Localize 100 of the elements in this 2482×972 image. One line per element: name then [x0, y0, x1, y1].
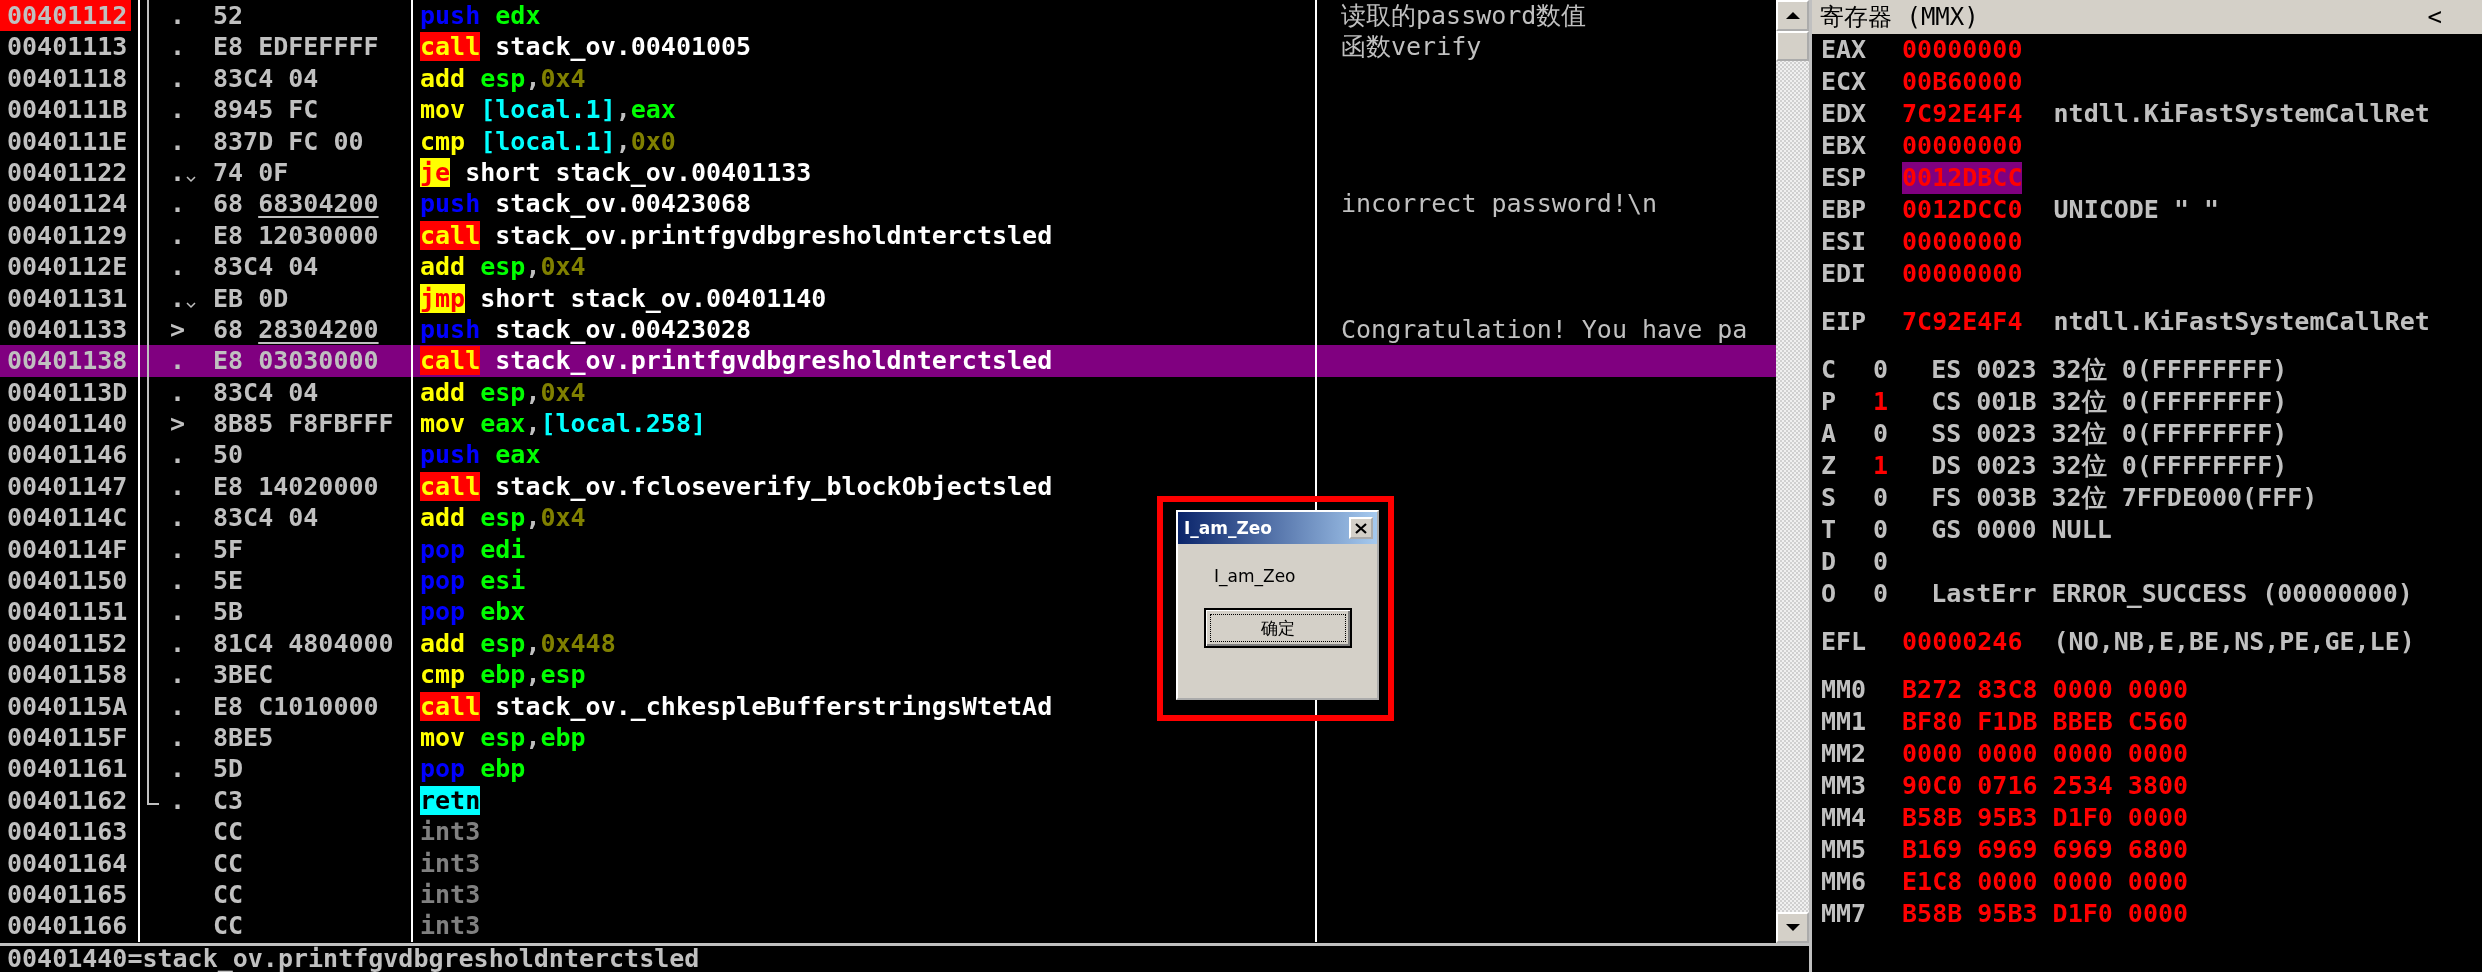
- register-value[interactable]: 00000000: [1902, 226, 2023, 258]
- address-text: 0040115A: [6, 690, 129, 722]
- register-value[interactable]: 00000000: [1902, 130, 2023, 162]
- register-value[interactable]: 00B60000: [1902, 66, 2023, 98]
- jump-marker: .: [170, 188, 186, 220]
- operand-text: stack_ov._chkespleBufferstringsWtetAd: [495, 691, 1053, 721]
- address-text: 00401158: [6, 659, 129, 691]
- register-value[interactable]: BF80 F1DB BBEB C560: [1902, 706, 2189, 738]
- register-value[interactable]: 00000246: [1902, 626, 2023, 658]
- flag-value[interactable]: 0: [1873, 546, 1917, 578]
- operand-text: esp: [480, 628, 526, 658]
- address-text: 00401152: [6, 627, 129, 660]
- hex-bytes: 8945 FC: [213, 95, 319, 125]
- hex-bytes: 68: [213, 189, 244, 219]
- register-name: EBX: [1821, 130, 1868, 162]
- mnemonic-text: mov: [420, 95, 466, 125]
- register-value[interactable]: B272 83C8 0000 0000: [1902, 674, 2189, 706]
- flag-value[interactable]: 0: [1873, 578, 1917, 610]
- register-value[interactable]: B58B 95B3 D1F0 0000: [1902, 898, 2189, 930]
- address-text: 0040111B: [6, 94, 129, 126]
- comment-text: Congratulation! You have pa: [1341, 314, 1748, 344]
- down-arrow-icon: [1785, 923, 1800, 932]
- register-value[interactable]: 7C92E4F4: [1902, 98, 2023, 130]
- register-name: MM0: [1821, 674, 1868, 706]
- operand-text: edi: [480, 534, 526, 564]
- register-value[interactable]: 7C92E4F4: [1902, 306, 2023, 338]
- dialog-message: I_am_Zeo: [1213, 566, 1296, 586]
- register-value[interactable]: 0000 0000 0000 0000: [1902, 738, 2189, 770]
- jump-marker: .: [170, 439, 186, 471]
- operand-text: ebx: [480, 597, 526, 627]
- address-text: 00401112: [0, 0, 132, 32]
- flag-name: S: [1821, 482, 1838, 514]
- mnemonic-text: add: [420, 63, 466, 93]
- operand-text: stack_ov.fcloseverify_blockObjectsled: [495, 471, 1053, 501]
- register-name: MM4: [1821, 802, 1868, 834]
- jump-marker: .: [170, 156, 186, 189]
- hex-bytes: 83C4 04: [213, 503, 319, 533]
- hex-bytes: 5B: [213, 597, 244, 627]
- jump-marker: .: [170, 31, 186, 63]
- jump-marker: .: [170, 784, 186, 817]
- mnemonic-text: push: [420, 314, 481, 344]
- flag-value[interactable]: 1: [1873, 386, 1917, 418]
- register-value[interactable]: B169 6969 6969 6800: [1902, 834, 2189, 866]
- close-button[interactable]: [1349, 517, 1373, 539]
- register-comment: ntdll.KiFastSystemCallRet: [2053, 99, 2430, 128]
- jump-marker: .: [170, 470, 186, 503]
- operand-text: ebp: [540, 723, 586, 752]
- mnemonic-text: je: [420, 157, 451, 187]
- register-value[interactable]: B58B 95B3 D1F0 0000: [1902, 802, 2189, 834]
- flag-value[interactable]: 0: [1873, 482, 1917, 514]
- flag-name: Z: [1821, 450, 1838, 482]
- flag-value[interactable]: 0: [1873, 514, 1917, 546]
- jump-marker: .: [170, 62, 186, 95]
- comment-text: incorrect password!\n: [1341, 189, 1658, 219]
- scroll-up-button[interactable]: [1776, 0, 1809, 31]
- flag-name: C: [1821, 354, 1838, 386]
- hex-bytes: CC: [213, 848, 244, 878]
- scrollbar[interactable]: [1776, 0, 1809, 943]
- address-text: 00401131: [6, 282, 129, 314]
- operand-text: ,: [525, 628, 541, 658]
- status-text: 00401440=stack_ov.printfgvdbgresholdnterctsled: [7, 944, 700, 972]
- mnemonic-text: cmp: [420, 660, 466, 690]
- operand-text: ,: [525, 409, 541, 439]
- operand-text: esp: [480, 503, 526, 533]
- flag-value[interactable]: 0: [1873, 418, 1917, 450]
- address-text: 0040111E: [6, 125, 129, 157]
- operand-text: esi: [480, 566, 526, 596]
- hex-bytes: 74 0F: [213, 157, 289, 187]
- address-text: 00401138: [6, 345, 129, 377]
- jump-marker: >: [170, 313, 186, 346]
- register-value[interactable]: 00000000: [1902, 34, 2023, 66]
- register-value[interactable]: 90C0 0716 2534 3800: [1902, 770, 2189, 802]
- register-value[interactable]: 0012DCC0: [1902, 194, 2023, 226]
- jump-marker: .: [170, 753, 186, 785]
- hex-bytes: 83C4 04: [213, 252, 319, 282]
- operand-text: eax: [630, 95, 676, 125]
- operand-text: ,: [615, 126, 631, 156]
- flag-name: O: [1821, 578, 1838, 610]
- hex-bytes: EB 0D: [213, 283, 289, 313]
- ok-button[interactable]: 确定: [1204, 608, 1352, 648]
- flag-value[interactable]: 0: [1873, 354, 1917, 386]
- jump-marker: .: [170, 94, 186, 126]
- scroll-thumb[interactable]: [1776, 31, 1809, 61]
- hex-bytes: E8 EDFEFFFF: [213, 32, 379, 62]
- hex-bytes: 5D: [213, 754, 244, 784]
- jump-marker: .: [170, 596, 186, 628]
- operand-text: stack_ov.printfgvdbgresholdnterctsled: [495, 220, 1053, 250]
- hex-bytes: 28304200: [258, 314, 379, 344]
- flag-value[interactable]: 1: [1873, 450, 1917, 482]
- up-arrow-icon: [1785, 11, 1800, 20]
- mnemonic-text: mov: [420, 409, 466, 439]
- register-value[interactable]: 00000000: [1902, 258, 2023, 290]
- register-name: MM2: [1821, 738, 1868, 770]
- scroll-down-button[interactable]: [1776, 912, 1809, 943]
- mnemonic-text: pop: [420, 566, 466, 596]
- register-value[interactable]: E1C8 0000 0000 0000: [1902, 866, 2189, 898]
- mnemonic-text: mov: [420, 723, 466, 752]
- mnemonic-text: int3: [420, 848, 481, 878]
- collapse-button[interactable]: <: [2427, 3, 2442, 31]
- register-name: ECX: [1821, 66, 1868, 98]
